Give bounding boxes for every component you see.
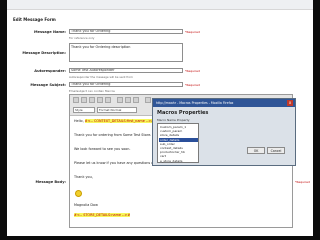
source-icon[interactable] [73,97,79,103]
message-name-input[interactable]: Thank you for Ordering [69,29,183,34]
macro-name-list[interactable]: Custom_param_1 custom_param store_details o… [157,123,199,163]
autoresponder-select[interactable]: Some Test Autoresponder [69,68,183,73]
greeting-text: Hello, [74,119,84,123]
first-name-macro[interactable]: #<-- CONTEXT_DETAILS:first_name --># [84,119,154,123]
bottom-letterbox [0,236,320,240]
find-icon[interactable] [133,97,139,103]
message-subject-label: Message Subject: [30,83,66,87]
message-subject-required: *Required [185,83,200,87]
message-name-label: Message Name: [33,30,66,34]
message-name-required: *Required [185,30,200,34]
page-title: Edit Message Form [13,17,56,22]
ok-button[interactable]: OK [247,147,265,154]
macro-list-item[interactable]: e_store_details [159,159,198,164]
message-subject-input[interactable]: Thank you for Ordering [69,82,183,87]
redo-icon[interactable] [125,97,131,103]
popup-heading: Macros Properties [157,110,209,116]
bold-icon[interactable] [145,97,151,103]
forward-line: We look forward to see you soon. [74,147,131,151]
save-icon[interactable] [81,97,87,103]
message-body-required: *Required [295,180,310,184]
popup-titlebar: http://maahr - Macros Properties - Mozil… [153,99,295,107]
smiley-icon [75,190,82,197]
message-description-label: Message Description: [22,51,66,55]
cut-icon[interactable] [89,97,95,103]
autoresponder-label: Autoresponder: [34,69,66,73]
message-subject-hint: Emailsubject can contain Macros [69,89,115,93]
autoresponder-hint: Autoresponder the message will be sent f… [69,75,133,79]
close-icon[interactable]: x [287,100,293,106]
signature-line: Magnolia Dow [74,203,98,207]
greeting-line: Hello, #<-- CONTEXT_DETAILS:first_name -… [74,119,154,123]
paste-icon[interactable] [105,97,111,103]
style-select[interactable]: Style [73,107,95,113]
left-letterbox [0,0,7,240]
autoresponder-required: *Required [185,69,200,73]
message-name-hint: For reference only [69,36,95,40]
regards-line: Thank you, [74,175,93,179]
thanks-line: Thank you for ordering from Some Test St… [74,133,152,137]
popup-column-header: Macro Name Property [157,118,190,122]
top-toolbar-strip [7,0,313,10]
browser-page: Edit Message Form Message Name: Thank yo… [7,0,313,236]
cancel-button[interactable]: Cancel [267,147,285,154]
undo-icon[interactable] [117,97,123,103]
macros-properties-window: http://maahr - Macros Properties - Mozil… [152,98,296,166]
store-name-macro[interactable]: #<-- STORE_DETAILS:name --># [74,213,131,217]
message-body-label: Message Body: [35,180,66,184]
message-description-textarea[interactable]: Thank you for Ordering description [69,43,183,62]
format-select[interactable]: Format Normal [97,107,137,113]
right-letterbox [313,0,320,240]
copy-icon[interactable] [97,97,103,103]
